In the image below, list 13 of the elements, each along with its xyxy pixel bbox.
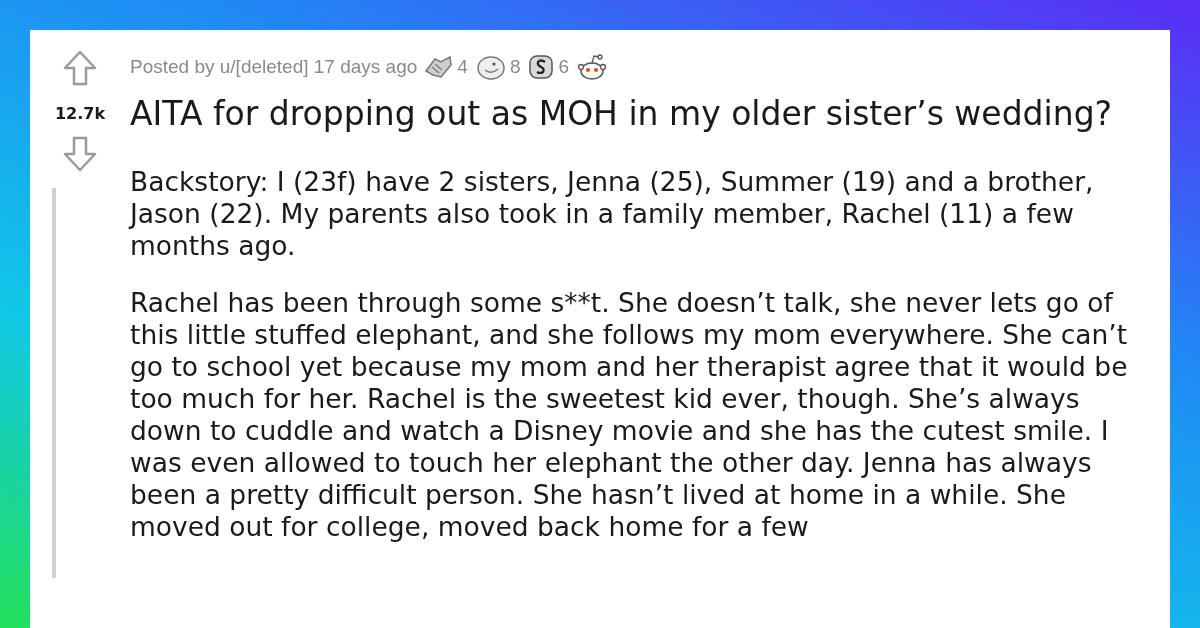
reddit-alien-award-icon [577,52,608,82]
post-title: AITA for dropping out as MOH in my older sister’s wedding? [130,94,1114,134]
award-count: 6 [558,54,570,79]
post-byline: Posted by u/[deleted] 17 days ago [130,54,418,79]
face-award-icon [475,53,506,81]
downvote-arrow-icon [63,136,97,172]
award-count: 4 [457,54,468,79]
post-paragraph: Backstory: I (23f) have 2 sisters, Jenna (25), Summer (19) and a brother, Jason (22). My parents also took in a family member, Rachel (11) a few months ago. [130,166,1095,262]
coin-award-icon [528,53,555,81]
upvote-arrow-icon [63,50,97,86]
award-count: 8 [509,54,521,79]
post-paragraph: Rachel has been through some s**t. She doesn’t talk, she never lets go of this little stuffed elephant, and she follows my mom everywhere. She can’t go to school yet because my mom and her therapist agree that it would be too much for her. Rachel is the sweetest kid ever, though. She’s always down to cuddle and watch a Disney movie and she has the cutest smile. I was even allowed to touch her elephant the other day. Jenna has always been a pretty difficult person. She hasn’t lived at home in a while. She moved out for college, moved back home for a few [130,287,1129,543]
vote-count: 12.7k [54,103,106,125]
